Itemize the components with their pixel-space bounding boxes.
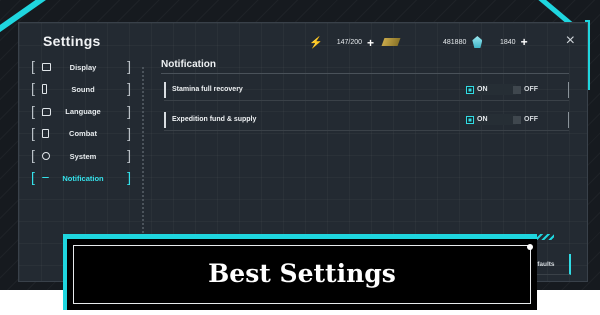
gem-counter: 1840 +: [500, 36, 528, 48]
bracket-left: [: [31, 124, 35, 141]
expedition-on-toggle[interactable]: ON: [466, 114, 516, 125]
checkbox-icon: [466, 85, 474, 94]
bracket-left: [: [31, 58, 35, 74]
section-rule: [161, 73, 569, 74]
bracket-right: ]: [127, 80, 131, 97]
on-label: ON: [477, 116, 488, 123]
off-label: OFF: [524, 116, 538, 123]
bracket-right: ]: [127, 58, 131, 74]
gem-value: 1840: [500, 38, 516, 46]
bracket-right: ]: [127, 147, 131, 164]
setting-label: Stamina full recovery: [172, 86, 243, 93]
title-banner: Best Settings: [63, 234, 537, 310]
sidebar-item-sound[interactable]: [ Sound ]: [31, 79, 131, 99]
add-gem-button[interactable]: +: [521, 36, 528, 48]
page-title: Settings: [43, 33, 101, 49]
bracket-right: ]: [127, 124, 131, 141]
sidebar-item-system[interactable]: [ System ]: [31, 146, 131, 166]
bracket-left: [: [31, 80, 35, 97]
row-edge: [164, 82, 166, 98]
sidebar-item-notification[interactable]: [ Notification ]: [31, 168, 131, 188]
close-icon[interactable]: ×: [566, 33, 575, 49]
setting-row-expedition: Expedition fund & supply ON OFF: [164, 109, 569, 131]
row-edge: [164, 112, 166, 128]
bracket-right: ]: [127, 102, 131, 119]
banner-title: Best Settings: [208, 259, 396, 288]
bracket-right: ]: [127, 169, 131, 186]
off-label: OFF: [524, 86, 538, 93]
panel-divider: [142, 67, 144, 255]
language-icon: [42, 107, 51, 116]
row-underline: [164, 100, 569, 101]
sidebar-item-display[interactable]: [ Display ]: [31, 57, 131, 77]
row-edge-right: [568, 82, 569, 98]
combat-icon: [42, 129, 49, 139]
checkbox-icon: [513, 85, 521, 94]
section-title: Notification: [161, 59, 216, 70]
sidebar-item-language[interactable]: [ Language ]: [31, 102, 131, 122]
add-stamina-button[interactable]: +: [367, 37, 374, 49]
on-label: ON: [477, 86, 488, 93]
currency-value: 481880: [443, 38, 467, 46]
currency-counter: 481880: [381, 36, 496, 48]
bolt-icon: ⚡: [309, 37, 323, 49]
setting-label: Expedition fund & supply: [172, 116, 257, 123]
bracket-left: [: [31, 169, 35, 186]
bracket-left: [: [31, 102, 35, 119]
bracket-left: [: [31, 147, 35, 164]
stamina-off-toggle[interactable]: OFF: [513, 84, 538, 95]
checkbox-icon: [466, 115, 474, 124]
settings-sidebar: [ Display ] [ Sound ] [ Language ] [ Com…: [31, 57, 131, 191]
row-underline: [164, 130, 569, 131]
stamina-counter: ⚡ 147/200 +: [309, 36, 374, 50]
gem-icon: [472, 36, 483, 48]
checkbox-icon: [513, 115, 521, 124]
banner-dot-icon: [527, 244, 533, 250]
stamina-value: 147/200: [336, 39, 363, 46]
sound-icon: [42, 84, 47, 95]
expedition-off-toggle[interactable]: OFF: [513, 114, 538, 125]
sidebar-item-combat[interactable]: [ Combat ]: [31, 124, 131, 144]
ticket-icon: [381, 38, 401, 46]
setting-row-stamina: Stamina full recovery ON OFF: [164, 79, 569, 101]
row-edge-right: [568, 112, 569, 128]
stamina-on-toggle[interactable]: ON: [466, 84, 516, 95]
display-icon: [42, 63, 51, 71]
